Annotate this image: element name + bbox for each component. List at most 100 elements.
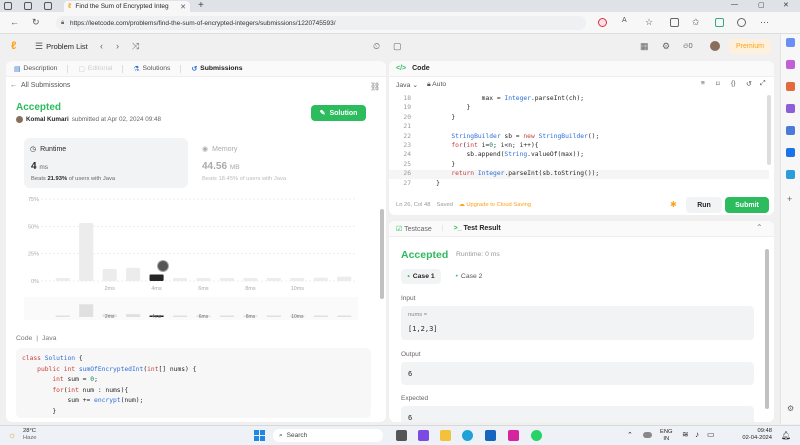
prev-problem-icon[interactable]: ‹	[100, 41, 103, 51]
onedrive-icon[interactable]	[643, 432, 652, 438]
code-line[interactable]: 22 StringBuilder sb = new StringBuilder(…	[389, 133, 769, 142]
back-icon[interactable]: ←	[10, 17, 19, 27]
favorites-icon[interactable]: ✩	[692, 17, 700, 28]
search-sidebar-icon[interactable]	[786, 38, 795, 47]
tab-actions-icon[interactable]	[44, 2, 52, 10]
more-menu-icon[interactable]: ⋯	[760, 17, 769, 28]
code-line[interactable]: 24 sb.append(String.valueOf(max));	[389, 151, 769, 160]
result-header: ☑ Testcase | >_ Test Result	[389, 221, 774, 237]
collapse-icon[interactable]: ⌃	[756, 223, 763, 232]
user-avatar[interactable]	[710, 41, 720, 51]
instagram-icon[interactable]	[508, 430, 519, 441]
line-number: 20	[403, 113, 411, 121]
tab-result-label: Test Result	[463, 225, 501, 232]
leetcode-logo-icon[interactable]: ℓ	[11, 40, 21, 52]
close-window-button[interactable]: ✕	[783, 1, 789, 9]
case-1-tab[interactable]: • Case 1	[401, 269, 441, 284]
close-tab-icon[interactable]: ✕	[180, 3, 186, 11]
whatsapp-icon[interactable]	[531, 430, 542, 441]
profile-avatar-icon[interactable]	[737, 18, 746, 27]
timer-icon[interactable]: ⏲	[373, 41, 380, 52]
language-select[interactable]: Java ⌄	[396, 81, 418, 89]
notifications-icon[interactable]: 🔔︎	[781, 431, 791, 440]
outlook-icon[interactable]	[786, 148, 795, 157]
tab-test-result[interactable]: >_ Test Result	[454, 225, 501, 232]
battery-icon[interactable]: ▭	[707, 430, 715, 439]
bookmark-icon[interactable]: ⌑	[716, 80, 720, 88]
submitted-code-line: for(int num : nums){	[52, 386, 129, 394]
code-line[interactable]: 18 max = Integer.parseInt(ch);	[389, 95, 769, 104]
workspaces-icon[interactable]	[24, 2, 32, 10]
debug-icon[interactable]: ✱	[670, 200, 677, 209]
fullscreen-icon[interactable]: ⤢	[760, 80, 765, 88]
upgrade-link[interactable]: ☁ Upgrade to Cloud Saving	[459, 202, 531, 208]
copilot-icon[interactable]	[786, 60, 795, 69]
submit-button[interactable]: Submit	[725, 197, 769, 213]
collections-icon[interactable]	[715, 18, 724, 27]
maximize-button[interactable]: ▢	[758, 1, 765, 9]
code-line[interactable]: 25 }	[389, 161, 769, 170]
braces-icon[interactable]: {}	[731, 80, 736, 87]
read-aloud-icon[interactable]: A	[622, 17, 627, 24]
edge-icon[interactable]	[462, 430, 473, 441]
teams-icon[interactable]	[418, 430, 429, 441]
sidebar-settings-icon[interactable]: ⚙	[787, 404, 794, 413]
browser-tab-active[interactable]: ℓ Find the Sum of Encrypted Integ ✕	[64, 1, 190, 12]
minimize-button[interactable]: —	[731, 1, 738, 8]
lock-icon[interactable]: 🔒︎	[61, 20, 64, 27]
weather-widget[interactable]: 28°C Haze	[23, 428, 37, 442]
tab-testcase[interactable]: ☑ Testcase	[396, 225, 432, 233]
favorite-star-icon[interactable]: ☆	[645, 17, 653, 28]
refresh-icon[interactable]: ↻	[32, 17, 40, 28]
code-line[interactable]: 27 }	[389, 180, 769, 189]
auto-toggle[interactable]: 🔒︎ Auto	[427, 81, 446, 89]
shuffle-icon[interactable]: ⤨	[132, 41, 139, 52]
editor-code-area[interactable]: 18 max = Integer.parseInt(ch); 19 } 20 } 21…	[389, 95, 769, 190]
split-screen-icon[interactable]	[670, 18, 679, 27]
layout-icon[interactable]: ▦	[640, 41, 649, 52]
task-view-icon[interactable]	[396, 430, 407, 441]
drop-icon[interactable]	[786, 170, 795, 179]
submitted-code-block[interactable]: class Solution { public int sumOfEncrypt…	[16, 348, 371, 418]
games-icon[interactable]	[786, 126, 795, 135]
clock[interactable]: 09:48 02-04-2024	[728, 428, 772, 442]
code-line[interactable]: 23 for(int i=0; i<n; i++){	[389, 142, 769, 151]
extension-badge-icon[interactable]	[598, 18, 607, 27]
profile-icon[interactable]	[4, 2, 12, 10]
left-scrollbar[interactable]	[380, 209, 384, 299]
reset-icon[interactable]: ↺	[746, 80, 752, 88]
streak-counter[interactable]: 🔥︎0	[683, 41, 693, 51]
volume-icon[interactable]: ♪	[695, 430, 699, 439]
store-icon[interactable]	[485, 430, 496, 441]
wifi-icon[interactable]: ≋	[682, 430, 689, 439]
pass-dot-icon: •	[407, 273, 410, 280]
weather-icon[interactable]: ☼	[8, 430, 16, 440]
code-section-header: Code | Java	[16, 335, 56, 342]
run-button[interactable]: Run	[686, 197, 722, 213]
tools-icon[interactable]	[786, 104, 795, 113]
taskbar-search[interactable]: ⌕ Search	[273, 429, 383, 442]
minimap-label: 10ms	[291, 314, 304, 320]
input-language[interactable]: ENG IN	[660, 429, 673, 443]
shopping-icon[interactable]	[786, 82, 795, 91]
start-button[interactable]	[254, 430, 265, 441]
notes-icon[interactable]: ▢	[393, 41, 402, 52]
file-explorer-icon[interactable]	[440, 430, 451, 441]
new-tab-button[interactable]: +	[198, 0, 204, 11]
result-scrollbar[interactable]	[765, 249, 769, 409]
premium-button[interactable]: Premium	[729, 39, 771, 54]
case-2-tab[interactable]: • Case 2	[449, 269, 489, 284]
editor-scrollbar[interactable]	[767, 95, 771, 165]
result-runtime: Runtime: 0 ms	[456, 251, 500, 258]
problem-list-link[interactable]: ☰ Problem List	[35, 41, 88, 52]
next-problem-icon[interactable]: ›	[116, 41, 119, 51]
address-bar[interactable]: https://leetcode.com/problems/find-the-s…	[56, 16, 586, 30]
code-line[interactable]: 19 }	[389, 104, 769, 113]
code-line[interactable]: 26 return Integer.parseInt(sb.toString()…	[389, 170, 769, 180]
code-line[interactable]: 20 }	[389, 114, 769, 123]
code-line[interactable]: 21	[389, 123, 769, 132]
add-sidebar-icon[interactable]: +	[787, 194, 792, 204]
tray-chevron-icon[interactable]: ⌃	[627, 431, 633, 439]
format-icon[interactable]: ≡	[701, 80, 705, 87]
settings-icon[interactable]: ⚙	[662, 41, 670, 52]
